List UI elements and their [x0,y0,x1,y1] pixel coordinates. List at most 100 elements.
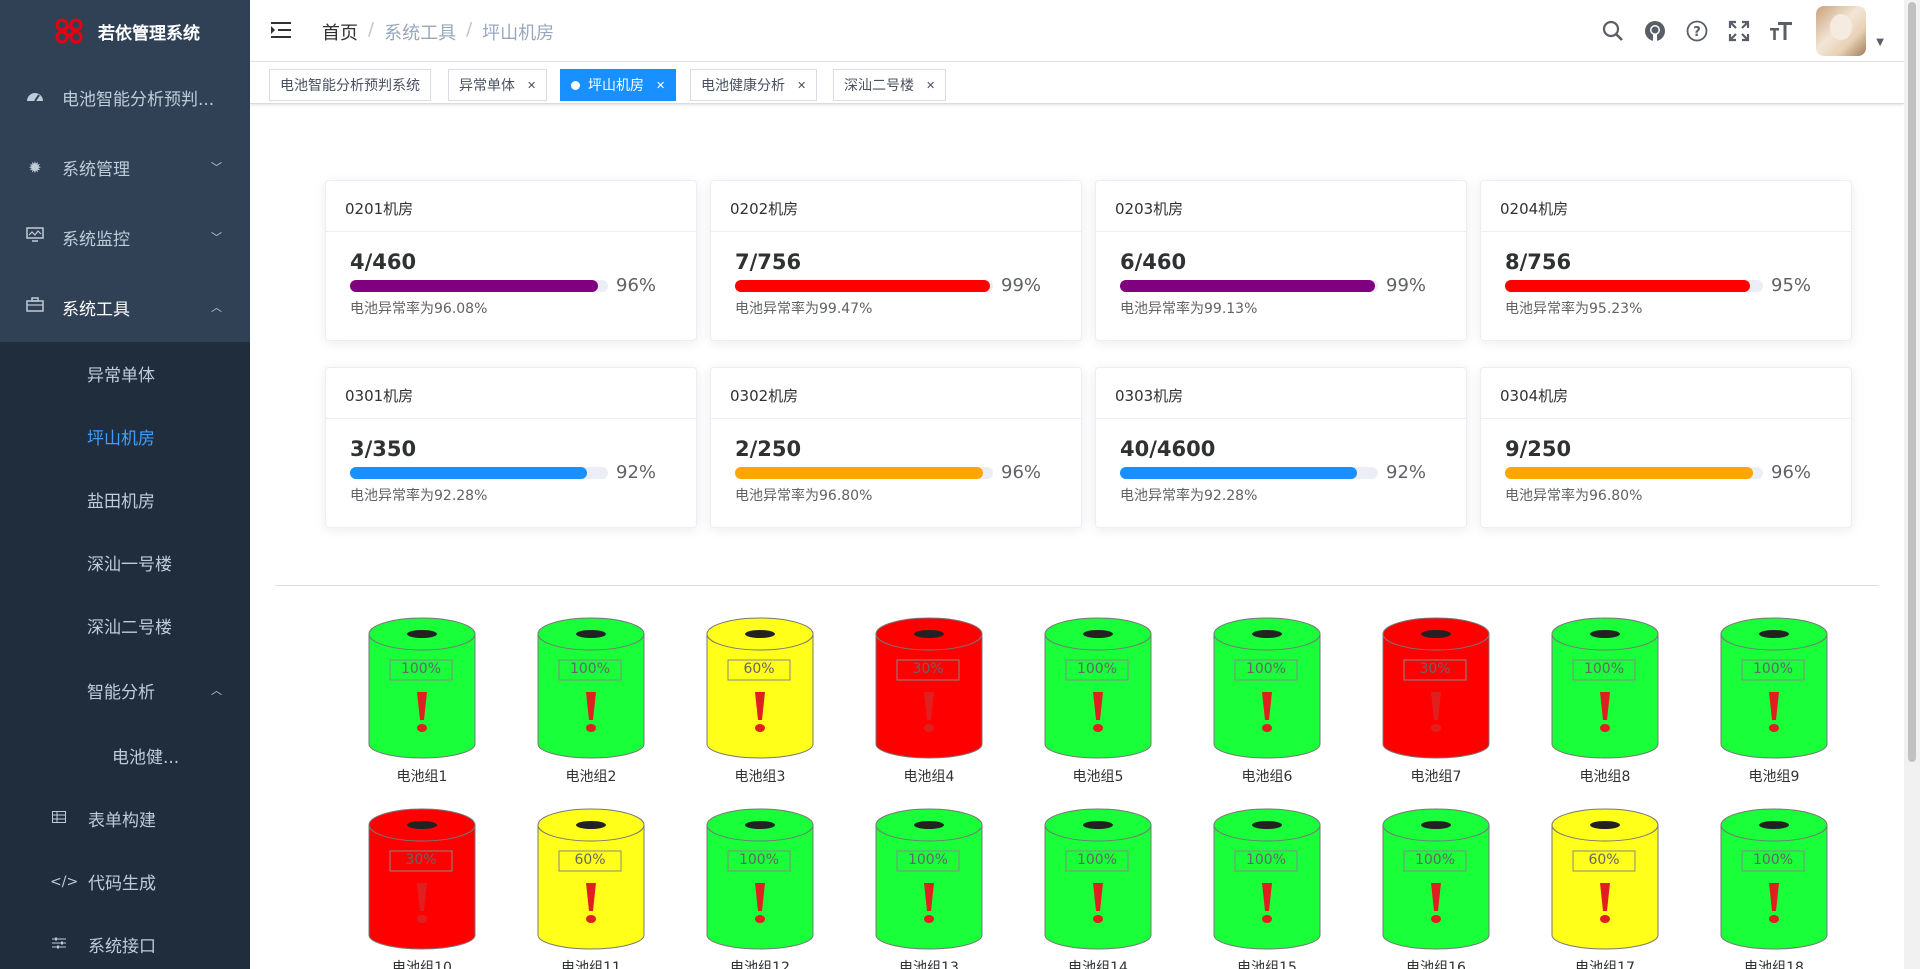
battery-group[interactable]: 100% 电池组12 [705,807,815,969]
tag-label: 电池智能分析预判系统 [280,78,420,94]
battery-group[interactable]: 30% 电池组7 [1381,616,1491,785]
room-card[interactable]: 0301机房 3/350 92% 电池异常率为92.28% [325,367,697,528]
room-card-title: 0201机房 [326,181,696,232]
sidebar-item-yantian-room[interactable]: 盐田机房 [0,468,250,531]
navbar: 首页 / 系统工具 / 坪山机房 ? ▼ [250,0,1904,62]
battery-group[interactable]: 100% 电池组9 [1719,616,1829,785]
sidebar-item-system-management[interactable]: ✹ 系统管理 ﹀ [0,132,250,202]
tag-pingshan-room[interactable]: 坪山机房 ✕ [560,69,677,101]
github-icon[interactable] [1642,18,1668,44]
battery-group[interactable]: 30% 电池组10 [367,807,477,969]
battery-cylinder-icon [875,808,983,950]
progress-bar [350,279,608,292]
battery-group[interactable]: 60% 电池组17 [1550,807,1660,969]
hamburger-icon[interactable] [270,19,292,41]
sidebar-item-battery-analysis[interactable]: 电池智能分析预判... [0,62,250,132]
breadcrumb-home[interactable]: 首页 [322,19,358,45]
battery-cylinder-icon [1551,617,1659,759]
scrollbar-thumb[interactable] [1908,2,1916,762]
breadcrumb-current: 坪山机房 [482,23,555,44]
battery-group[interactable]: 100% 电池组16 [1381,807,1491,969]
tag-abnormal-cell[interactable]: 异常单体 ✕ [448,69,548,101]
room-card-value: 3/350 [350,437,417,461]
battery-group[interactable]: 100% 电池组8 [1550,616,1660,785]
progress-fill [1505,279,1751,292]
app-logo[interactable]: 若依管理系统 [0,0,250,62]
room-card[interactable]: 0303机房 40/4600 92% 电池异常率为92.28% [1095,367,1467,528]
room-card[interactable]: 0202机房 7/756 99% 电池异常率为99.47% [710,180,1082,341]
progress-bar [735,466,993,479]
battery-cylinder-icon [1720,617,1828,759]
battery-group[interactable]: 100% 电池组13 [874,807,984,969]
sidebar-item-label: 系统监控 [62,229,130,250]
sidebar-item-smart-analysis[interactable]: 智能分析 ︿ [0,657,250,723]
battery-group-label: 电池组13 [899,960,959,969]
battery-cylinder-icon [537,808,645,950]
battery-group[interactable]: 100% 电池组18 [1719,807,1829,969]
abnormal-rate-text: 电池异常率为96.80% [735,488,873,504]
battery-percent: 100% [1752,852,1794,868]
caret-down-icon[interactable]: ▼ [1876,37,1884,48]
room-card[interactable]: 0302机房 2/250 96% 电池异常率为96.80% [710,367,1082,528]
abnormal-rate-text: 电池异常率为92.28% [1120,488,1258,504]
battery-group[interactable]: 100% 电池组2 [536,616,646,785]
sidebar-item-pingshan-room[interactable]: 坪山机房 [0,405,250,468]
battery-group[interactable]: 30% 电池组4 [874,616,984,785]
abnormal-rate-text: 电池异常率为96.80% [1505,488,1643,504]
room-card-value: 7/756 [735,250,802,274]
chevron-down-icon: ﹀ [211,231,222,244]
battery-percent: 60% [1588,852,1620,868]
abnormal-rate-text: 电池异常率为95.23% [1505,301,1643,317]
room-card[interactable]: 0304机房 9/250 96% 电池异常率为96.80% [1480,367,1852,528]
sidebar-item-abnormal-cell[interactable]: 异常单体 [0,342,250,405]
battery-group[interactable]: 100% 电池组14 [1043,807,1153,969]
tag-shenshan-building-2[interactable]: 深汕二号楼 ✕ [833,69,947,101]
progress-percent: 99% [1386,275,1427,296]
sidebar-item-battery-health[interactable]: 电池健... [0,723,250,787]
close-icon[interactable]: ✕ [527,79,536,92]
battery-group[interactable]: 100% 电池组5 [1043,616,1153,785]
tag-battery-health[interactable]: 电池健康分析 ✕ [690,69,818,101]
font-size-icon[interactable] [1768,18,1794,44]
app-title: 若依管理系统 [98,23,200,44]
sidebar-item-system-api[interactable]: 系统接口 [0,913,250,969]
battery-cylinder-icon [537,617,645,759]
search-icon[interactable] [1600,18,1626,44]
battery-percent: 100% [1245,661,1287,677]
sidebar-item-system-monitor[interactable]: 系统监控 ﹀ [0,202,250,272]
battery-group-label: 电池组6 [1241,769,1293,785]
tag-battery-system[interactable]: 电池智能分析预判系统 [269,69,431,101]
navbar-right: ? ▼ [1592,0,1884,62]
room-card[interactable]: 0201机房 4/460 96% 电池异常率为96.08% [325,180,697,341]
room-card[interactable]: 0203机房 6/460 99% 电池异常率为99.13% [1095,180,1467,341]
battery-group-label: 电池组1 [396,769,448,785]
room-card-title: 0204机房 [1481,181,1851,232]
battery-group[interactable]: 60% 电池组11 [536,807,646,969]
progress-percent: 92% [1386,462,1427,483]
fullscreen-icon[interactable] [1726,18,1752,44]
sidebar-item-form-builder[interactable]: 表单构建 [0,787,250,850]
breadcrumb-separator: / [368,19,375,40]
monitor-icon [24,227,46,247]
battery-cylinder-icon [706,617,814,759]
close-icon[interactable]: ✕ [797,79,806,92]
scrollbar[interactable] [1904,0,1920,969]
progress-fill [350,466,588,479]
progress-fill [1505,466,1753,479]
close-icon[interactable]: ✕ [656,79,665,92]
room-card-title: 0202机房 [711,181,1081,232]
help-icon[interactable]: ? [1684,18,1710,44]
sidebar-item-shenshan-building-1[interactable]: 深汕一号楼 [0,531,250,594]
close-icon[interactable]: ✕ [926,79,935,92]
avatar[interactable] [1816,6,1867,56]
battery-group[interactable]: 100% 电池组15 [1212,807,1322,969]
room-card[interactable]: 0204机房 8/756 95% 电池异常率为95.23% [1480,180,1852,341]
battery-group[interactable]: 60% 电池组3 [705,616,815,785]
chevron-down-icon: ﹀ [211,161,222,174]
battery-cylinder-icon [1551,808,1659,950]
battery-group[interactable]: 100% 电池组6 [1212,616,1322,785]
sidebar-item-system-tools[interactable]: 系统工具 ︿ [0,272,250,342]
sidebar-item-shenshan-building-2[interactable]: 深汕二号楼 [0,594,250,657]
battery-group[interactable]: 100% 电池组1 [367,616,477,785]
sidebar-item-code-gen[interactable]: </> 代码生成 [0,850,250,913]
